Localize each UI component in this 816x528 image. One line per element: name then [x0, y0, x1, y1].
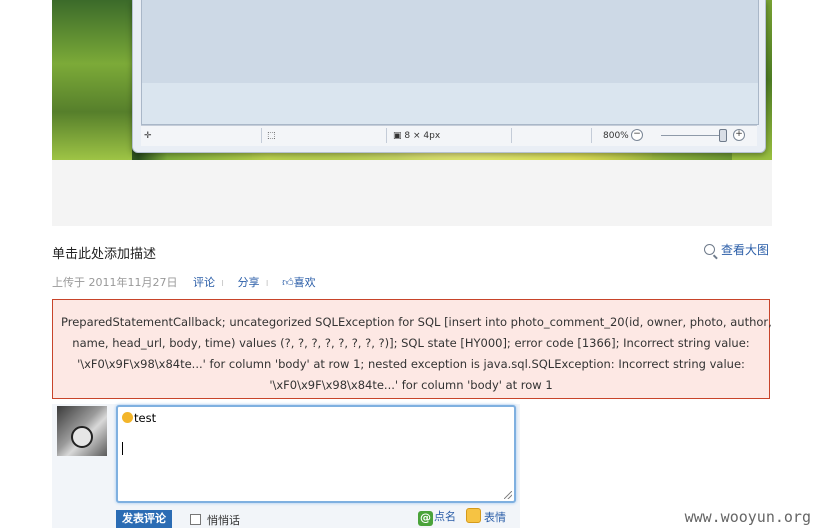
watermark: www.wooyun.org	[684, 508, 811, 526]
photo-wallpaper-left	[52, 0, 132, 160]
mention-label: 点名	[434, 510, 456, 523]
biohazard-icon	[71, 426, 93, 448]
at-icon: @	[418, 511, 433, 526]
error-line: '\xF0\x9F\x98\x84te...' for column 'body…	[77, 357, 745, 371]
like-link[interactable]: 👍︎喜欢	[282, 276, 316, 289]
photo[interactable]: ✛ ⬚ ▣ 8 × 4px 800% − +	[52, 0, 772, 160]
divider: ı	[265, 276, 269, 289]
avatar[interactable]	[57, 406, 107, 456]
screenshot-canvas-lower-band	[142, 83, 758, 124]
zoom-out-icon: −	[631, 129, 643, 141]
photo-description[interactable]: 单击此处添加描述	[52, 243, 156, 262]
comment-link[interactable]: 评论	[193, 276, 215, 289]
whisper-label: 悄悄话	[207, 514, 240, 527]
move-cursor-icon: ✛	[144, 131, 152, 141]
emoji-button[interactable]: 表情	[466, 508, 506, 525]
emoji-label: 表情	[484, 511, 506, 524]
view-large-label: 查看大图	[721, 243, 770, 257]
zoom-in-icon: +	[733, 129, 745, 141]
image-size-readout: ▣ 8 × 4px	[393, 130, 440, 142]
image-size-icon: ▣	[393, 131, 402, 141]
image-size-value: 8 × 4px	[404, 131, 441, 141]
comment-text-value: test	[134, 411, 157, 425]
divider: ı	[221, 276, 225, 289]
statusbar-divider	[261, 128, 262, 143]
screenshot-app-window: ✛ ⬚ ▣ 8 × 4px 800% − +	[132, 0, 766, 153]
view-large-link[interactable]: 查看大图	[704, 241, 769, 258]
screenshot-statusbar: ✛ ⬚ ▣ 8 × 4px 800% − +	[141, 125, 757, 146]
comment-input[interactable]: test	[116, 405, 516, 503]
photo-footer-band	[52, 160, 772, 226]
error-line: '\xF0\x9F\x98\x84te...' for column 'body…	[269, 378, 553, 392]
text-caret	[122, 442, 123, 455]
statusbar-divider	[386, 128, 387, 143]
zoom-level: 800%	[603, 131, 629, 141]
statusbar-divider	[511, 128, 512, 143]
selection-icon: ⬚	[267, 131, 276, 141]
mention-button[interactable]: @ 点名	[418, 508, 456, 526]
submit-comment-button[interactable]: 发表评论	[116, 510, 172, 528]
smiley-emoji-icon	[122, 412, 133, 423]
emoji-face-icon	[466, 508, 481, 523]
zoom-slider-thumb	[719, 129, 727, 142]
comment-text: test	[122, 411, 156, 425]
statusbar-divider	[591, 128, 592, 143]
share-link[interactable]: 分享	[238, 276, 260, 289]
zoom-slider-track	[661, 135, 725, 136]
error-line: name, head_url, body, time) values (?, ?…	[72, 336, 750, 350]
whisper-checkbox[interactable]	[190, 514, 201, 525]
comment-form: test 发表评论 悄悄话 @ 点名 表情	[52, 404, 520, 528]
whisper-toggle[interactable]: 悄悄话	[190, 512, 240, 528]
error-message-box: PreparedStatementCallback; uncategorized…	[52, 299, 772, 399]
like-label: 喜欢	[293, 276, 316, 289]
upload-date: 上传于 2011年11月27日	[52, 276, 178, 289]
photo-meta: 上传于 2011年11月27日 评论 ı 分享 ı 👍︎喜欢	[52, 274, 316, 290]
screenshot-canvas	[141, 0, 759, 125]
error-line: PreparedStatementCallback; uncategorized…	[61, 315, 772, 329]
resize-grip-icon[interactable]	[504, 491, 512, 499]
zoom-in-magnifier-icon	[704, 244, 715, 255]
thumbs-up-icon: 👍︎	[282, 276, 294, 289]
